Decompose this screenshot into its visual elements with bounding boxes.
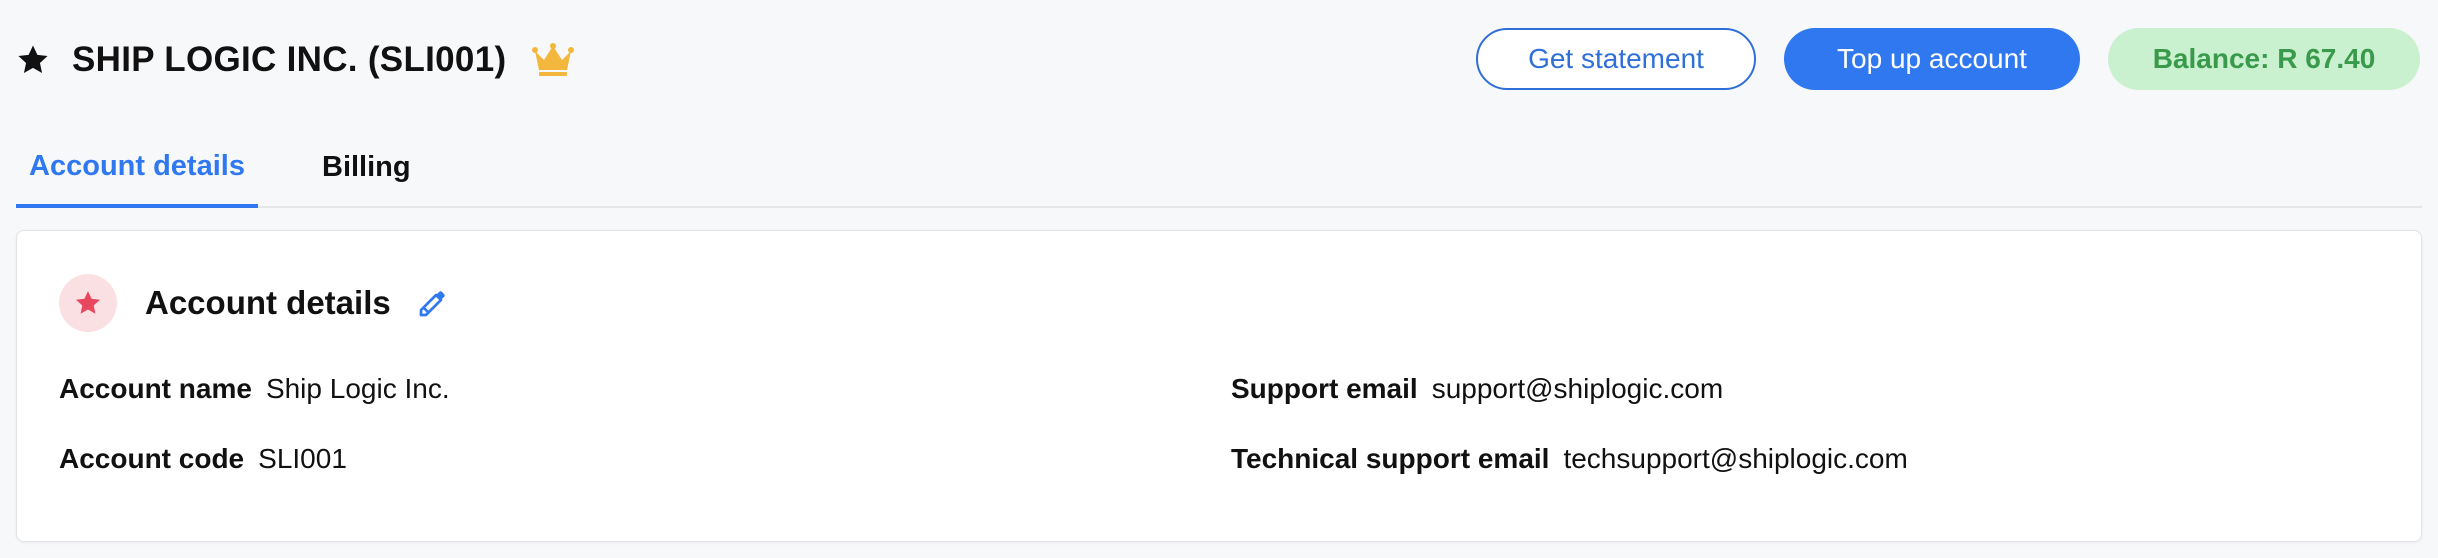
account-code-label: Account code bbox=[59, 443, 245, 474]
tab-billing[interactable]: Billing bbox=[322, 128, 411, 206]
pencil-icon[interactable] bbox=[417, 287, 449, 319]
card-header: Account details bbox=[59, 273, 449, 333]
account-details-card: Account details Account name Ship Logic … bbox=[16, 230, 2422, 542]
star-circle-icon bbox=[59, 274, 117, 332]
header-actions: Get statement Top up account Balance: R … bbox=[1476, 28, 2420, 90]
star-icon[interactable] bbox=[16, 43, 50, 77]
page-title: SHIP LOGIC INC. (SLI001) bbox=[72, 40, 507, 79]
field-support-email: Support email support@shiplogic.com bbox=[1231, 373, 1723, 405]
top-up-account-button[interactable]: Top up account bbox=[1784, 28, 2080, 90]
tab-account-details[interactable]: Account details bbox=[16, 128, 258, 208]
balance-badge: Balance: R 67.40 bbox=[2108, 28, 2420, 90]
field-account-name: Account name Ship Logic Inc. bbox=[59, 373, 450, 405]
technical-support-email-label: Technical support email bbox=[1231, 443, 1550, 474]
technical-support-email-value: techsupport@shiplogic.com bbox=[1563, 443, 1908, 474]
support-email-value: support@shiplogic.com bbox=[1431, 373, 1724, 404]
crown-icon bbox=[532, 43, 575, 76]
account-name-value: Ship Logic Inc. bbox=[265, 373, 450, 404]
get-statement-button[interactable]: Get statement bbox=[1476, 28, 1756, 90]
card-title: Account details bbox=[145, 284, 391, 321]
account-code-value: SLI001 bbox=[258, 443, 347, 474]
account-page: SHIP LOGIC INC. (SLI001) Get statement T… bbox=[0, 0, 2438, 558]
support-email-label: Support email bbox=[1231, 373, 1418, 404]
title-group: SHIP LOGIC INC. (SLI001) bbox=[16, 30, 575, 90]
account-name-label: Account name bbox=[59, 373, 252, 404]
field-account-code: Account code SLI001 bbox=[59, 443, 347, 475]
star-icon bbox=[75, 291, 101, 314]
tab-bar: Account details Billing bbox=[16, 128, 2422, 208]
field-technical-support-email: Technical support email techsupport@ship… bbox=[1231, 443, 1908, 475]
page-header: SHIP LOGIC INC. (SLI001) Get statement T… bbox=[0, 0, 2438, 120]
